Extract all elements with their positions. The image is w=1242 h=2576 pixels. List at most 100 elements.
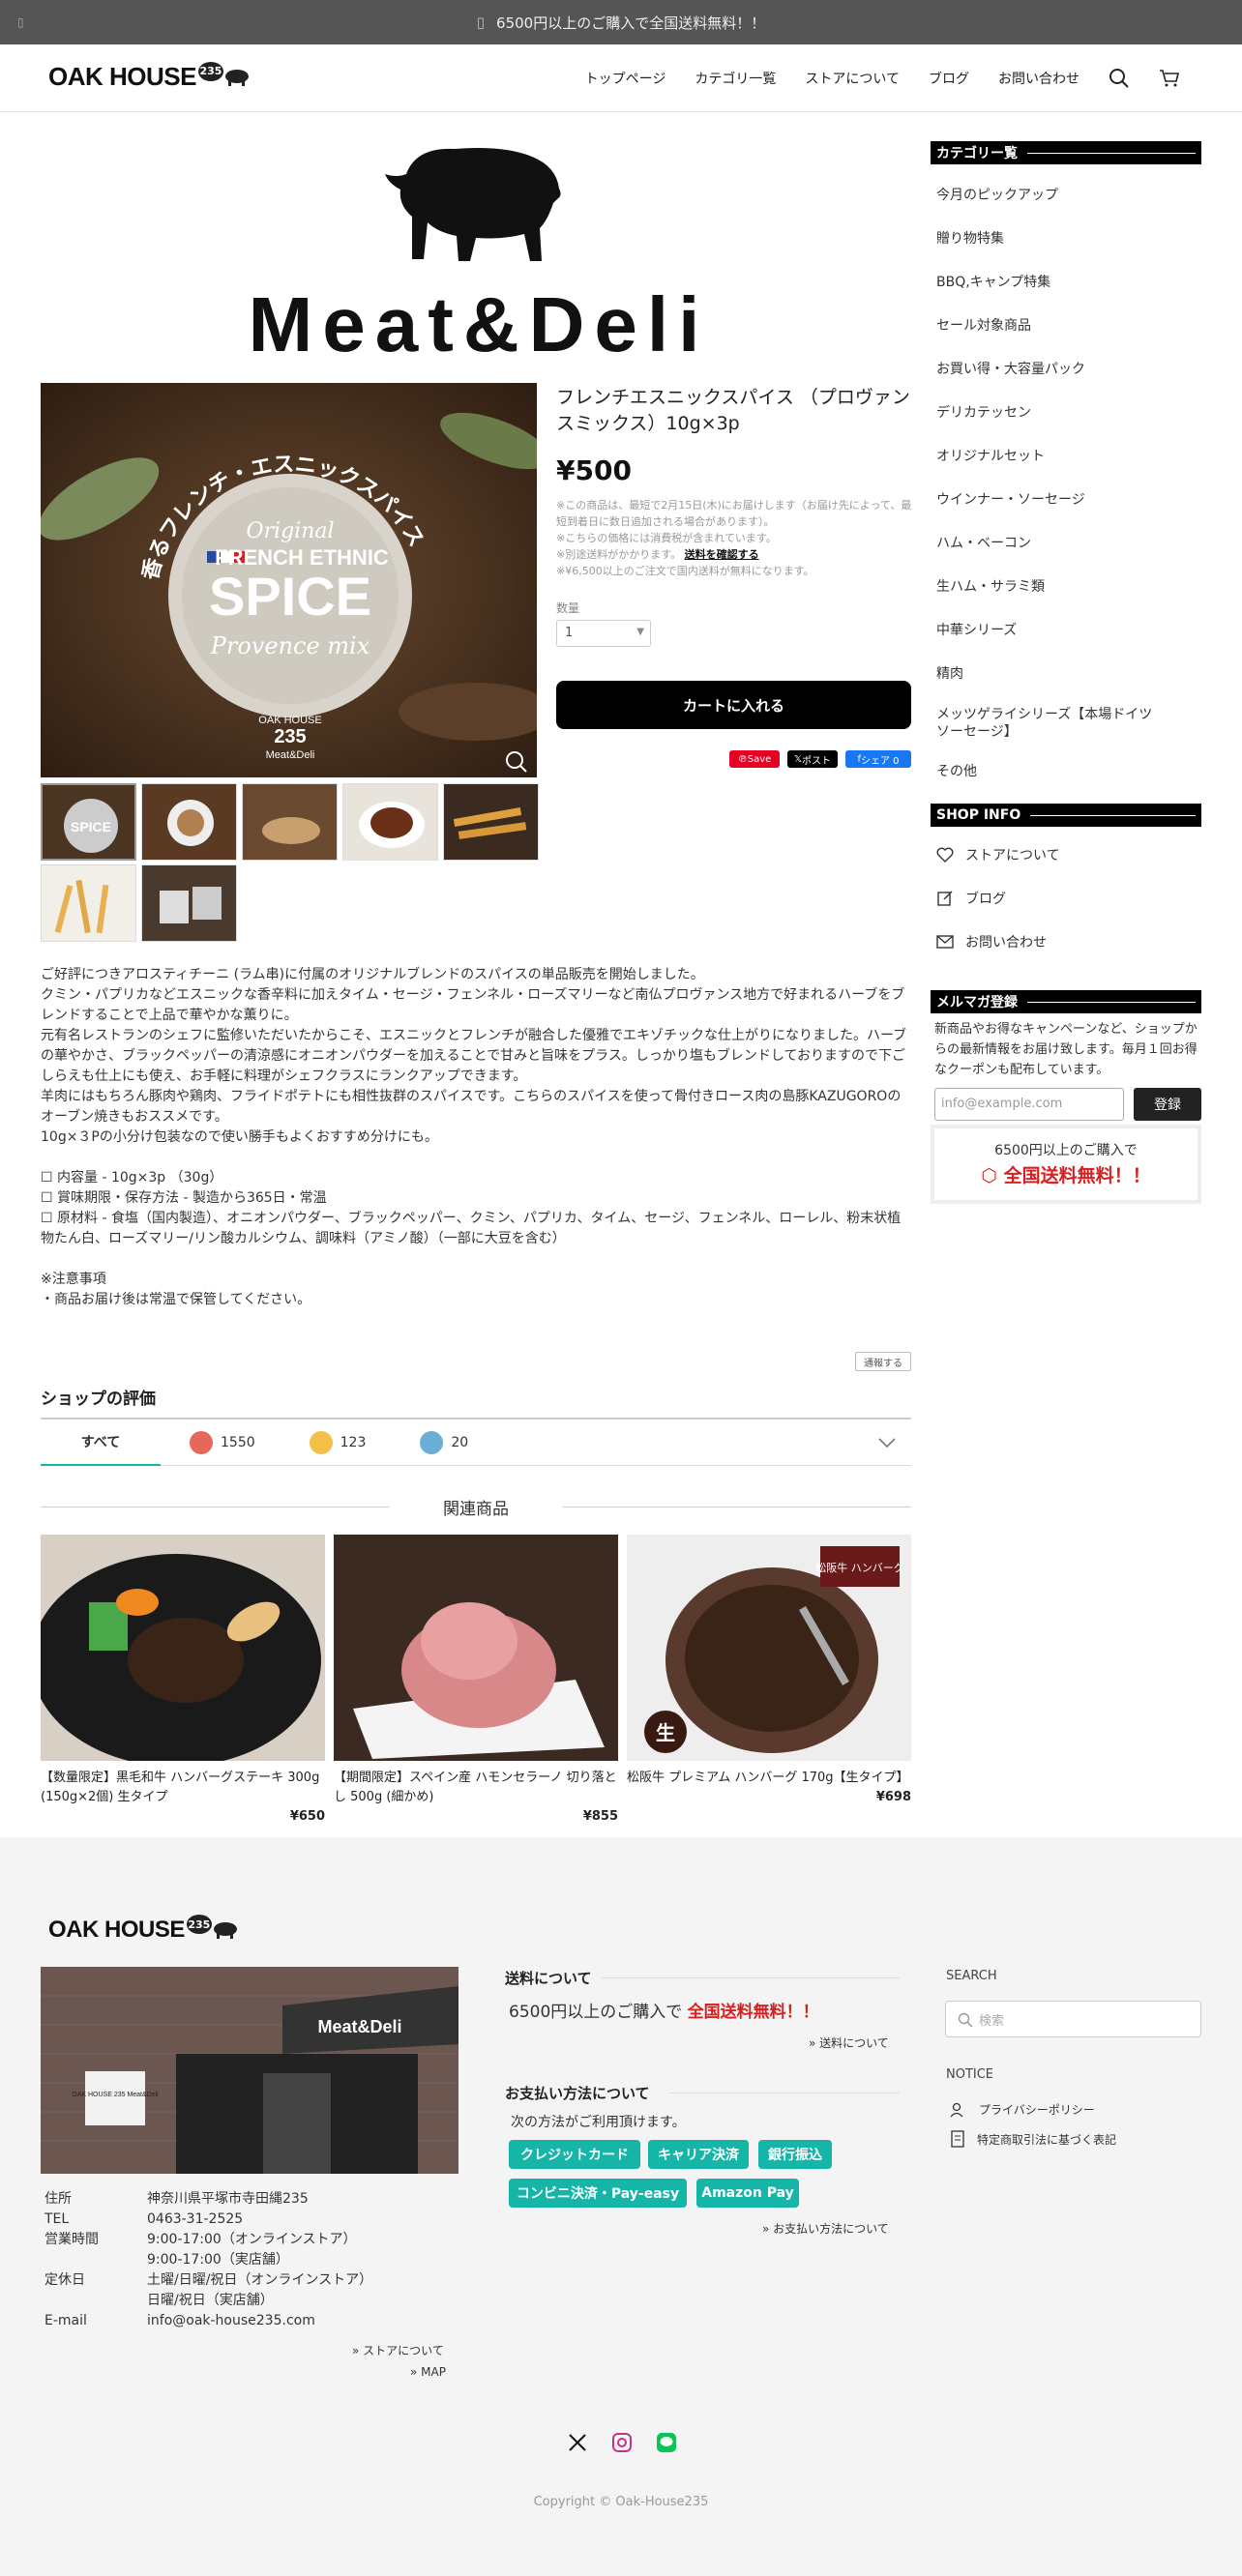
info-value: 0463-31-2525 — [147, 2211, 244, 2227]
x-post-button[interactable]: 𝕏 ポスト — [787, 750, 838, 768]
chevron-down-icon[interactable] — [878, 1437, 896, 1449]
category-item[interactable]: 今月のピックアップ — [931, 174, 1201, 218]
shipping-rule — [602, 1977, 900, 1978]
category-item[interactable]: オリジナルセット — [931, 435, 1201, 479]
shop-link-label: お問い合わせ — [965, 934, 1047, 951]
category-item[interactable]: その他 — [931, 750, 1201, 794]
thumbnail-1[interactable]: SPICE — [41, 783, 136, 861]
related-price: ¥855 — [582, 1809, 618, 1824]
footer-search-input[interactable]: 検索 — [945, 2001, 1201, 2037]
related-item[interactable]: 【期間限定】スペイン産 ハモンセラーノ 切り落とし 500g (細かめ) ¥85… — [334, 1535, 618, 1824]
image-original-text: Original — [246, 519, 334, 543]
category-item[interactable]: 生ハム・サラミ類 — [931, 566, 1201, 609]
related-price: ¥650 — [289, 1809, 325, 1824]
nav-contact[interactable]: お問い合わせ — [998, 69, 1079, 88]
header-logo[interactable]: OAK HOUSE 235 — [48, 61, 251, 92]
shipping-check-link[interactable]: 送料を確認する — [685, 548, 759, 561]
commerce-law-link[interactable]: 特定商取引法に基づく表記 — [950, 2130, 1116, 2148]
category-item[interactable]: メッツゲライシリーズ【本場ドイツソーセージ】 — [931, 696, 1201, 750]
category-item[interactable]: ハム・ベーコン — [931, 522, 1201, 566]
pay-amazon-pay: Amazon Pay — [696, 2179, 799, 2208]
nav-blog[interactable]: ブログ — [929, 69, 969, 88]
pinterest-icon: ℗ — [737, 753, 748, 765]
payment-link-label: お支払い方法について — [773, 2222, 889, 2236]
related-name[interactable]: 松阪牛 プレミアム ハンバーグ 170g【生タイプ】 — [627, 1769, 911, 1788]
related-name[interactable]: 【期間限定】スペイン産 ハモンセラーノ 切り落とし 500g (細かめ) — [334, 1769, 618, 1807]
thumbnail-6[interactable] — [41, 864, 136, 942]
info-value: 9:00-17:00（実店舗） — [147, 2252, 289, 2268]
store-board-text: OAK HOUSE 235 Meat&Deli — [72, 2092, 159, 2098]
footer-map-link[interactable]: » MAP — [410, 2365, 446, 2379]
thumbnail-2[interactable] — [141, 783, 237, 861]
quantity-select[interactable]: 1 ▼ — [556, 620, 651, 647]
related-image[interactable] — [41, 1535, 325, 1761]
pay-bank-transfer: 銀行振込 — [758, 2140, 832, 2169]
tab-all[interactable]: すべて — [41, 1420, 161, 1466]
category-heading: カテゴリー覧 — [931, 141, 1201, 164]
report-button[interactable]: 通報する — [855, 1352, 911, 1371]
category-item[interactable]: ウインナー・ソーセージ — [931, 479, 1201, 522]
shop-link-about[interactable]: ストアについて — [931, 833, 1201, 876]
meat-deli-logo: Meat&Deli — [222, 135, 735, 367]
image-num-text: 235 — [274, 726, 306, 747]
thumbnail-3[interactable] — [242, 783, 338, 861]
desc-line: ※注意事項 — [41, 1272, 106, 1287]
pay-credit-card: クレジットカード — [509, 2140, 640, 2169]
category-item[interactable]: 中華シリーズ — [931, 609, 1201, 653]
footer-logo[interactable]: OAK HOUSE 235 — [48, 1915, 239, 1944]
tab-bad[interactable]: 20 — [420, 1430, 468, 1454]
related-item[interactable]: 【数量限定】黒毛和牛 ハンバーグステーキ 300g (150g×2個) 生タイプ… — [41, 1535, 325, 1824]
related-image[interactable] — [334, 1535, 618, 1761]
double-chevron-icon: » — [809, 2036, 820, 2050]
shop-link-contact[interactable]: お問い合わせ — [931, 920, 1201, 963]
category-item[interactable]: デリカテッセン — [931, 392, 1201, 435]
tab-good[interactable]: 1550 — [190, 1430, 255, 1454]
category-item[interactable]: BBQ,キャンプ特集 — [931, 261, 1201, 305]
pinterest-save-button[interactable]: ℗ Save — [729, 750, 780, 768]
thumbnail-7[interactable] — [141, 864, 237, 942]
category-item[interactable]: 贈り物特集 — [931, 218, 1201, 261]
eval-tabs: すべて 1550 123 20 — [41, 1420, 911, 1466]
category-item[interactable]: セール対象商品 — [931, 305, 1201, 348]
box-icon: ⬡ — [981, 1165, 1004, 1186]
x-icon[interactable] — [567, 2432, 588, 2453]
double-chevron-icon: » — [410, 2365, 422, 2379]
tab-neutral[interactable]: 123 — [309, 1430, 366, 1454]
shop-link-label: ブログ — [965, 891, 1006, 907]
footer-store-link[interactable]: » ストアについて — [352, 2342, 444, 2358]
desc-line: 10g×３Pの小分け包装なので使い勝手もよくおすすめ分けにも。 — [41, 1129, 438, 1145]
nav-top[interactable]: トップページ — [585, 69, 666, 88]
cart-icon[interactable] — [1159, 68, 1180, 89]
social-links — [567, 2432, 677, 2453]
commerce-law-label: 特定商取引法に基づく表記 — [977, 2132, 1117, 2147]
matsusaka-badge: 松阪牛 ハンバーグ — [815, 1561, 904, 1574]
product-main-image[interactable]: 香るフレンチ・エスニックスパイス Original FRENCH ETHNIC … — [41, 383, 537, 777]
category-item[interactable]: お買い得・大容量パック — [931, 348, 1201, 392]
note-shipping: ※別途送料がかかります。 — [556, 548, 682, 561]
thumbnail-4[interactable] — [342, 783, 438, 861]
nav-about[interactable]: ストアについて — [805, 69, 900, 88]
privacy-policy-link[interactable]: プライバシーポリシー — [950, 2101, 1095, 2118]
related-item[interactable]: 生 松阪牛 ハンバーグ 松阪牛 プレミアム ハンバーグ 170g【生タイプ】 ¥6… — [627, 1535, 911, 1804]
product-description: ご好評につきアロスティチーニ (ラム串)に付属のオリジナルブレンドのスパイスの単… — [41, 965, 911, 1310]
info-value: 9:00-17:00（オンラインストア） — [147, 2232, 357, 2247]
instagram-icon[interactable] — [611, 2432, 633, 2453]
nav-categories[interactable]: カテゴリ一覧 — [695, 69, 776, 88]
main-nav: トップページ カテゴリ一覧 ストアについて ブログ お問い合わせ — [585, 44, 1180, 112]
line-icon[interactable] — [656, 2432, 677, 2453]
related-image[interactable]: 生 松阪牛 ハンバーグ — [627, 1535, 911, 1761]
shipping-link[interactable]: » 送料について — [809, 2034, 889, 2051]
category-item[interactable]: 精肉 — [931, 653, 1201, 696]
search-icon[interactable] — [1109, 68, 1130, 89]
thumbnail-5[interactable] — [443, 783, 539, 861]
info-key: 営業時間 — [44, 2232, 99, 2247]
neutral-face-icon — [309, 1430, 333, 1454]
payment-link[interactable]: » お支払い方法について — [762, 2220, 889, 2237]
related-price: ¥698 — [875, 1790, 911, 1804]
facebook-share-button[interactable]: f シェア 0 — [845, 750, 911, 768]
related-name[interactable]: 【数量限定】黒毛和牛 ハンバーグステーキ 300g (150g×2個) 生タイプ — [41, 1769, 325, 1807]
email-field[interactable]: info@example.com — [934, 1088, 1124, 1121]
shop-link-blog[interactable]: ブログ — [931, 876, 1201, 920]
subscribe-button[interactable]: 登録 — [1134, 1088, 1201, 1121]
add-to-cart-button[interactable]: カートに入れる — [556, 681, 911, 729]
